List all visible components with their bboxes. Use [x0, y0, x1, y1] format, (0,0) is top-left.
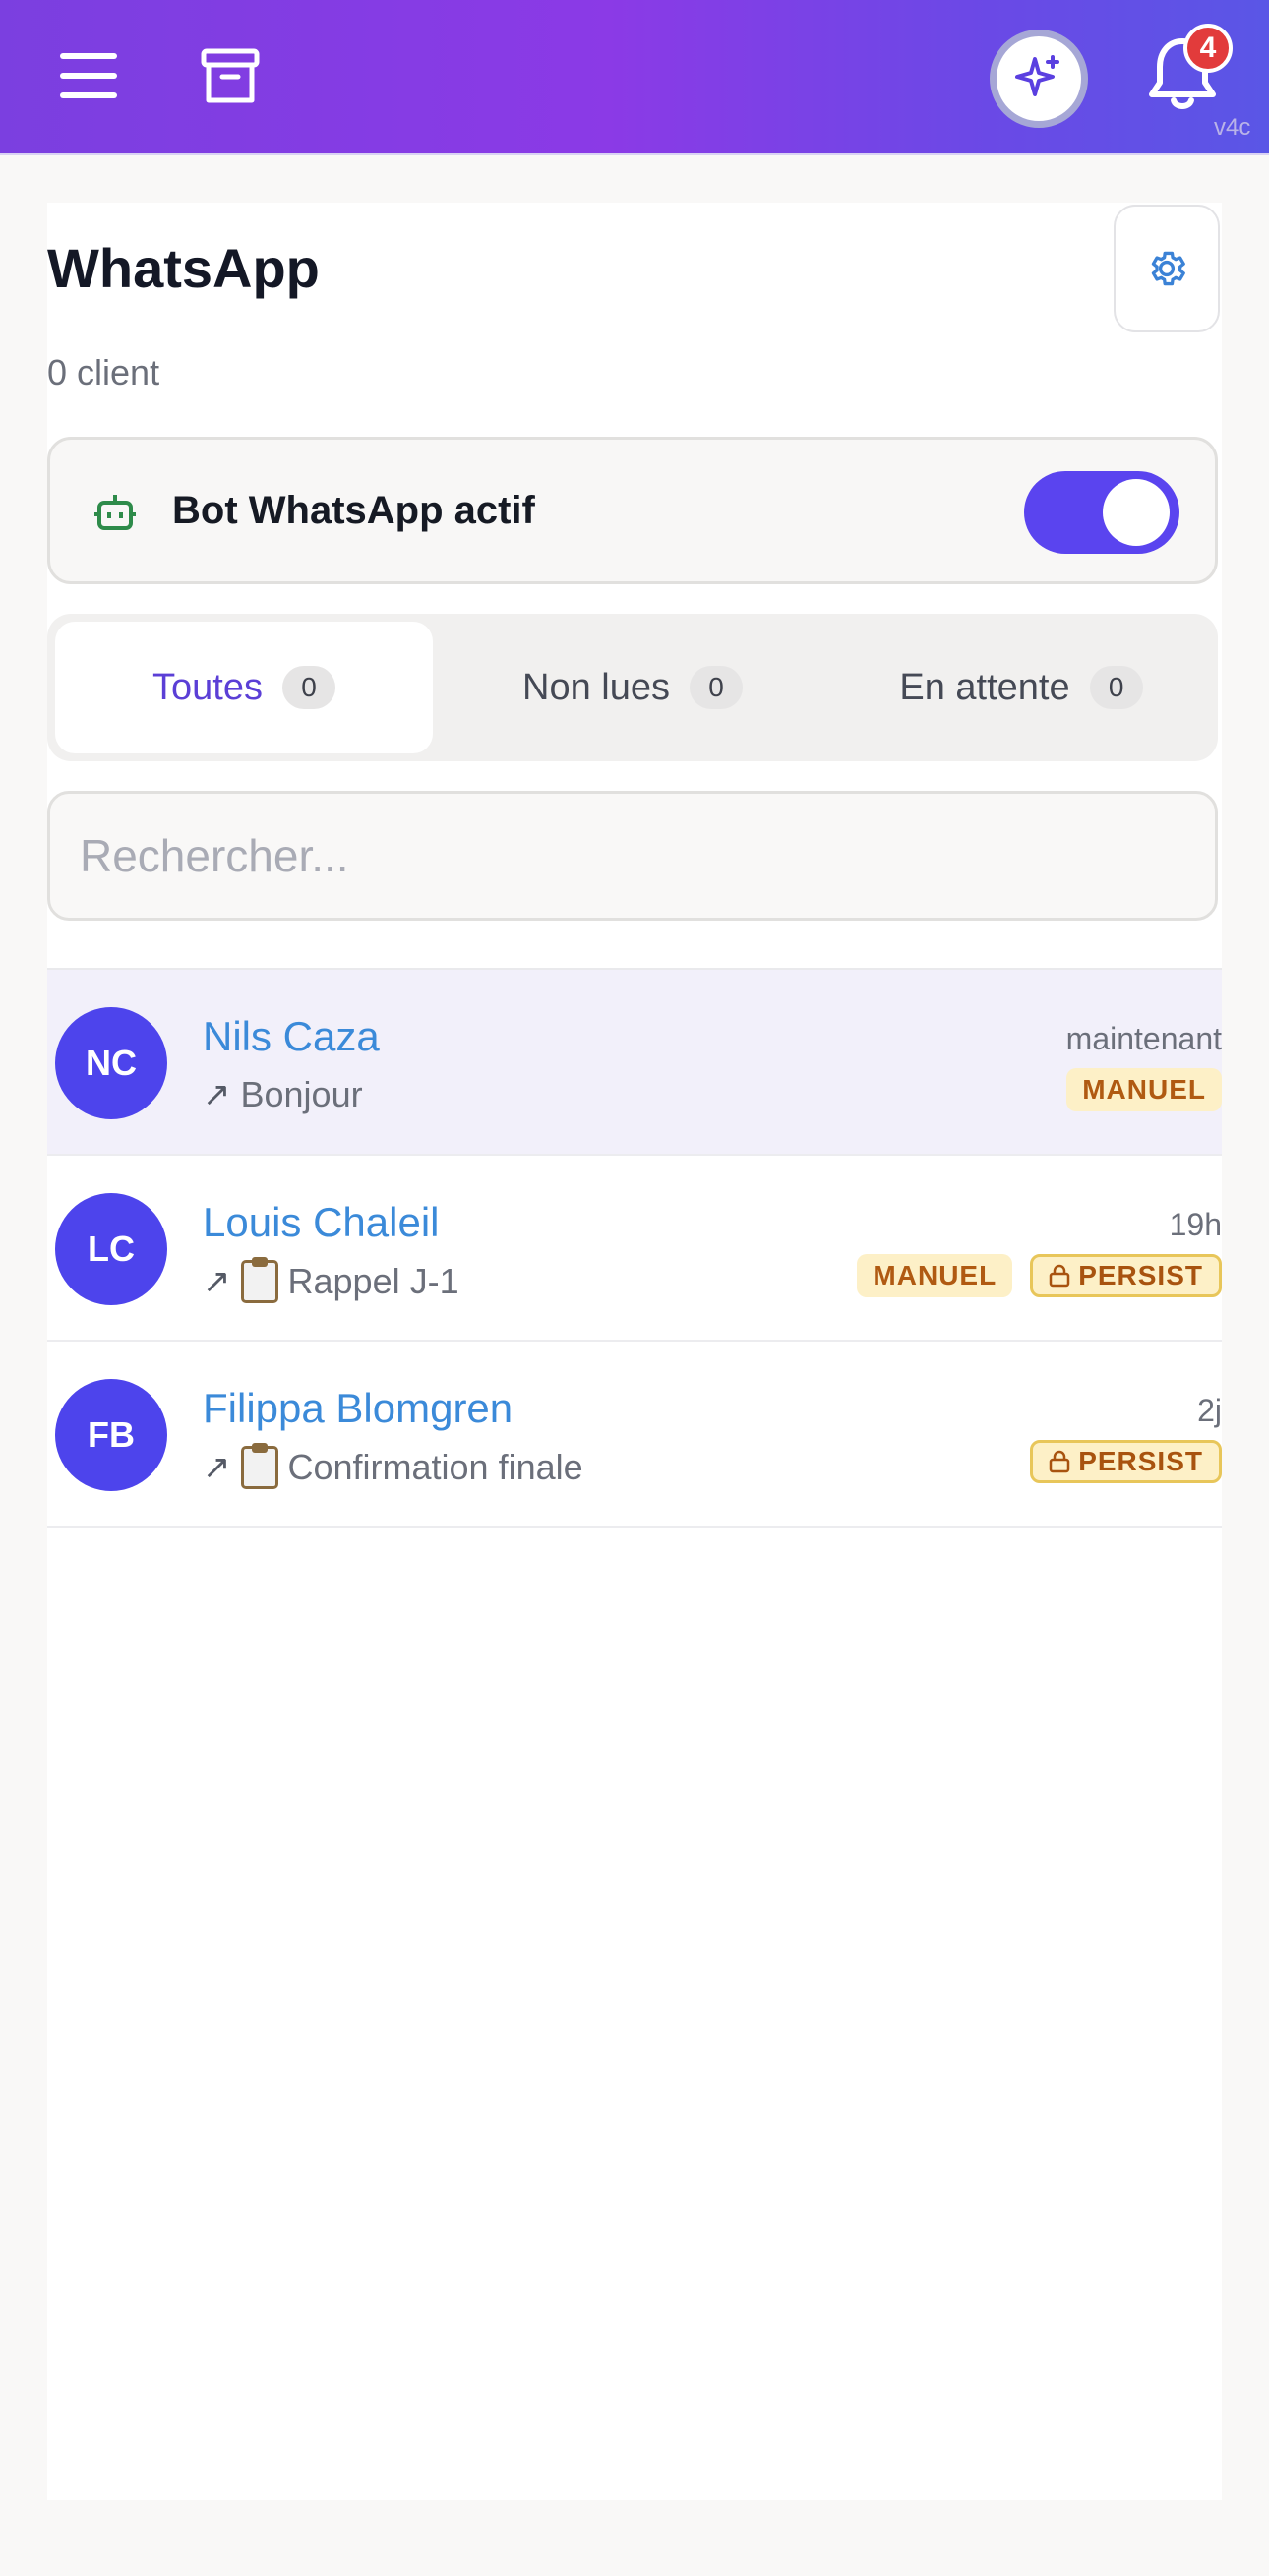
- archive-button[interactable]: [191, 37, 270, 116]
- tab-en-attente[interactable]: En attente 0: [832, 622, 1210, 753]
- bot-status-label: Bot WhatsApp actif: [172, 489, 535, 532]
- gear-icon: [1151, 251, 1185, 286]
- contact-name[interactable]: Filippa Blomgren: [203, 1385, 513, 1432]
- preview-text: Confirmation finale: [287, 1447, 583, 1487]
- avatar: FB: [55, 1379, 167, 1491]
- message-preview: ↗ Confirmation finale: [203, 1443, 583, 1489]
- tab-count: 0: [689, 666, 743, 709]
- conversation-row[interactable]: NC Nils Caza ↗ Bonjour maintenant MANUEL: [47, 970, 1222, 1156]
- badges: MANUEL PERSIST: [857, 1254, 1222, 1297]
- contact-name[interactable]: Louis Chaleil: [203, 1199, 439, 1246]
- timestamp: 2j: [1197, 1393, 1222, 1428]
- tab-non-lues[interactable]: Non lues 0: [441, 622, 824, 753]
- message-preview: ↗ Rappel J-1: [203, 1257, 459, 1303]
- conversation-row[interactable]: LC Louis Chaleil ↗ Rappel J-1 19h MANUEL…: [47, 1156, 1222, 1342]
- avatar: LC: [55, 1193, 167, 1305]
- ai-assistant-button[interactable]: [990, 30, 1088, 128]
- persist-badge: PERSIST: [1030, 1440, 1222, 1483]
- badges: MANUEL: [1066, 1068, 1222, 1111]
- persist-badge-label: PERSIST: [1078, 1446, 1203, 1476]
- badges: PERSIST: [1030, 1440, 1222, 1483]
- outgoing-arrow-icon: ↗: [203, 1449, 231, 1486]
- lock-icon: [1049, 1264, 1070, 1288]
- top-bar: 4 v4c: [0, 0, 1269, 155]
- manuel-badge: MANUEL: [857, 1254, 1013, 1297]
- search-box: [47, 791, 1218, 921]
- message-preview: ↗ Bonjour: [203, 1074, 363, 1115]
- outgoing-arrow-icon: ↗: [203, 1263, 231, 1300]
- bot-status-card: Bot WhatsApp actif: [47, 437, 1218, 584]
- tab-label: Toutes: [152, 666, 263, 708]
- conversation-row[interactable]: FB Filippa Blomgren ↗ Confirmation final…: [47, 1342, 1222, 1528]
- manuel-badge: MANUEL: [1066, 1068, 1222, 1111]
- tab-label: En attente: [899, 666, 1070, 708]
- menu-button[interactable]: [49, 39, 128, 112]
- toggle-knob: [1103, 479, 1170, 546]
- search-input[interactable]: [50, 794, 1215, 918]
- contact-name[interactable]: Nils Caza: [203, 1013, 380, 1060]
- tab-count: 0: [281, 666, 335, 709]
- client-count: 0 client: [47, 352, 160, 392]
- timestamp: maintenant: [1065, 1021, 1222, 1056]
- menu-icon: [60, 53, 117, 98]
- notification-count-badge: 4: [1183, 24, 1233, 73]
- bot-toggle[interactable]: [1024, 471, 1179, 554]
- whatsapp-panel: WhatsApp 0 client Bot WhatsApp actif Tou…: [47, 203, 1222, 2500]
- settings-button[interactable]: [1114, 205, 1220, 332]
- conversation-list: NC Nils Caza ↗ Bonjour maintenant MANUEL…: [47, 968, 1222, 1528]
- archive-icon: [201, 48, 260, 103]
- outgoing-arrow-icon: ↗: [203, 1076, 231, 1113]
- persist-badge: PERSIST: [1030, 1254, 1222, 1297]
- page-title: WhatsApp: [47, 237, 320, 299]
- version-label: v4c: [1214, 114, 1251, 141]
- persist-badge-label: PERSIST: [1078, 1260, 1203, 1290]
- avatar: NC: [55, 1007, 167, 1119]
- clipboard-icon: [240, 1257, 278, 1303]
- filter-tabs: Toutes 0 Non lues 0 En attente 0: [47, 614, 1218, 761]
- robot-icon: [94, 495, 136, 530]
- tab-count: 0: [1089, 666, 1143, 709]
- lock-icon: [1049, 1450, 1070, 1473]
- tab-label: Non lues: [522, 666, 670, 708]
- preview-text: Bonjour: [240, 1074, 363, 1114]
- preview-text: Rappel J-1: [287, 1261, 459, 1301]
- timestamp: 19h: [1169, 1207, 1222, 1242]
- tab-toutes[interactable]: Toutes 0: [55, 622, 433, 753]
- sparkles-icon: [1015, 55, 1059, 96]
- clipboard-icon: [240, 1443, 278, 1489]
